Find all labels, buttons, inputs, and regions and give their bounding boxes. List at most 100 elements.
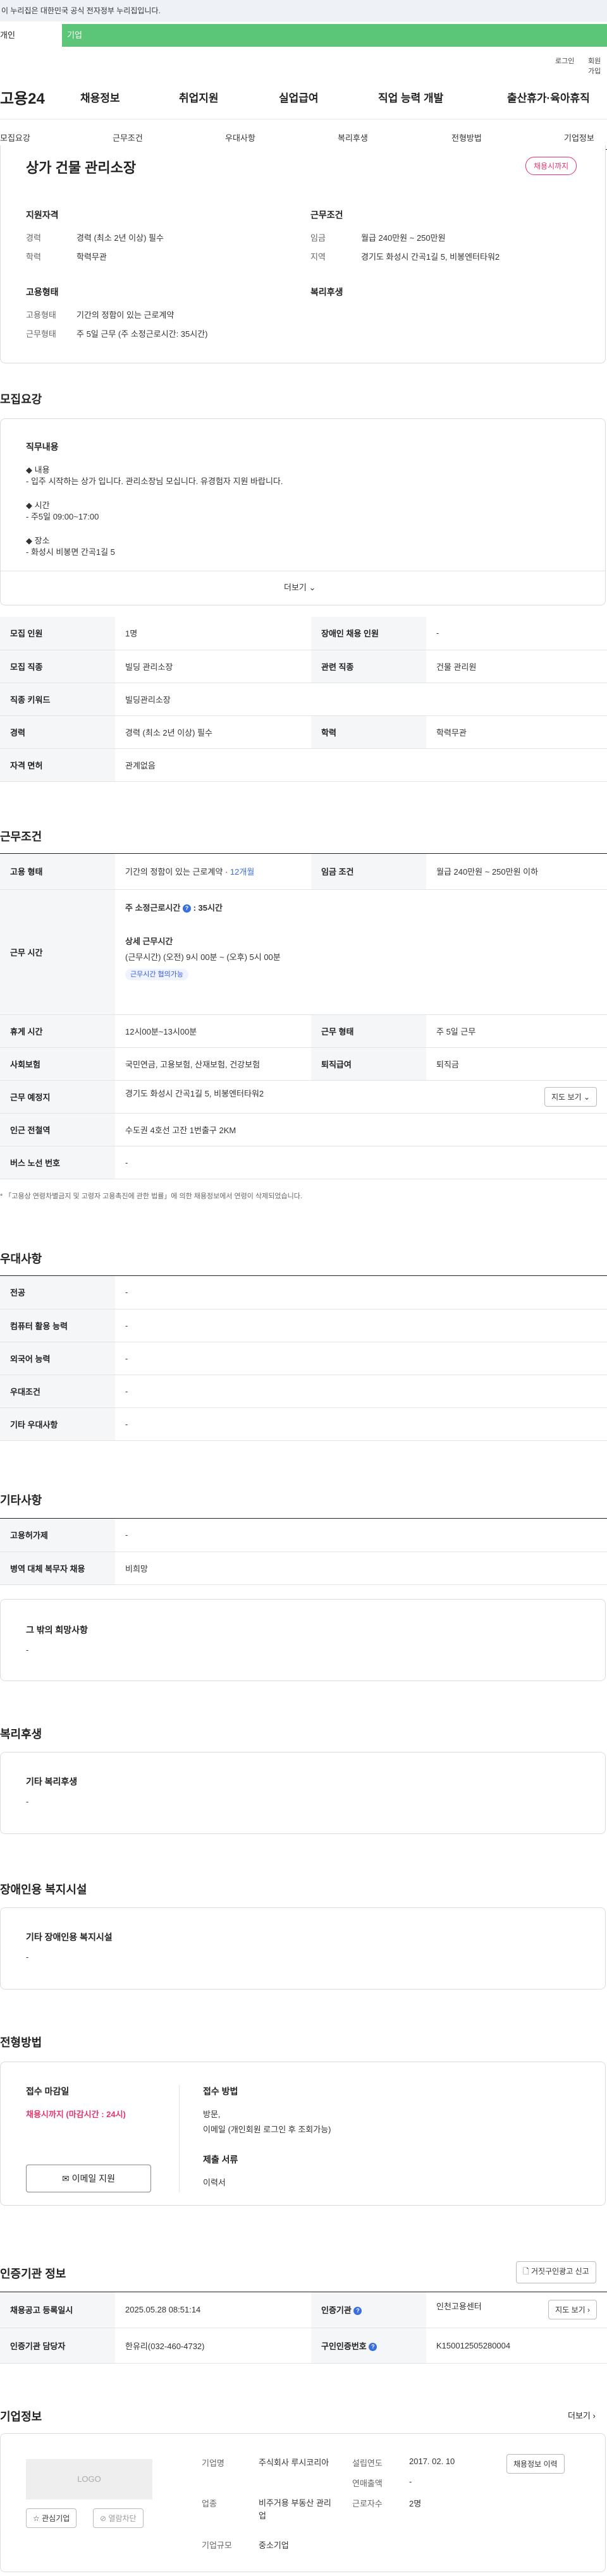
- recruit-table: 모집 인원 1명 장애인 채용 인원 - 모집 직종 빌딩 관리소장 관련 직종…: [0, 617, 607, 782]
- table-row: 전공 -: [0, 1276, 607, 1309]
- disability-card: 기타 장애인용 복지시설 -: [0, 1907, 606, 1990]
- table-row: 휴게 시간 12시00분~13시00분 근무 형태 주 5일 근무: [0, 1014, 607, 1048]
- tab-company[interactable]: 기업: [62, 24, 607, 47]
- detail-title: 상세 근무시간: [125, 936, 173, 946]
- detail-value: (근무시간) (오전) 9시 00분 ~ (오후) 5시 00분: [125, 952, 281, 962]
- subnav-work[interactable]: 근무조건: [113, 131, 143, 143]
- gov-notice-text: 이 누리집은 대한민국 공식 전자정부 누리집입니다.: [1, 6, 161, 15]
- gnb-unemployment-benefit[interactable]: 실업급여: [279, 89, 319, 105]
- duty-line: - 화성시 비봉면 간곡1길 5: [26, 547, 115, 557]
- table-header: 구인인증번호 ?: [311, 2328, 426, 2364]
- table-cell: 12시00분~13시00분: [115, 1014, 311, 1048]
- company-est-key: 설립연도: [352, 2458, 383, 2468]
- table-row: 인증기관 담당자 한유리(032-460-4732) 구인인증번호 ? K150…: [0, 2328, 607, 2364]
- table-row: 컴퓨터 활용 능력 -: [0, 1309, 607, 1342]
- table-row: 모집 직종 빌딩 관리소장 관련 직종 건물 관리원: [0, 650, 607, 683]
- email-apply-button[interactable]: ✉ 이메일 지원: [26, 2165, 151, 2192]
- company-more-link[interactable]: 더보기 ›: [568, 2409, 596, 2421]
- table-cell: 2025.05.28 08:51:14: [115, 2292, 311, 2328]
- career-key: 경력: [26, 233, 41, 243]
- welfare-title: 복리후생: [310, 287, 343, 297]
- chevron-down-icon: ⌄: [583, 1092, 590, 1102]
- gnb-vocational-training[interactable]: 직업 능력 개발: [378, 89, 443, 105]
- deadline-title: 접수 마감일: [26, 2086, 70, 2096]
- table-row: 사회보험 국민연금, 고용보험, 산재보험, 건강보험 퇴직급여 퇴직금: [0, 1047, 607, 1081]
- job-title: 상가 건물 관리소장: [26, 160, 137, 176]
- table-header: 근무 시간: [0, 889, 115, 1015]
- selection-section-title: 전형방법: [0, 2036, 42, 2049]
- company-logo-placeholder: LOGO: [26, 2459, 152, 2500]
- duty-line: ◆ 장소: [26, 536, 50, 545]
- benefit-box-value: -: [26, 1797, 29, 1806]
- gov-notice-bar: 이 누리집은 대한민국 공식 전자정부 누리집입니다.: [0, 0, 607, 21]
- table-cell: 학력무관: [426, 715, 607, 749]
- table-row: 고용 형태 기간의 정함이 있는 근로계약 · 12개월 임금 조건 월급 24…: [0, 854, 607, 890]
- subnav-selection[interactable]: 전형방법: [451, 131, 482, 143]
- gnb-jobs[interactable]: 채용정보: [80, 89, 120, 105]
- emp-months: 12개월: [230, 867, 255, 877]
- benefit-section-title: 복리후생: [0, 1728, 42, 1741]
- table-cell: -: [426, 617, 607, 650]
- wish-title: 그 밖의 희망사항: [26, 1625, 88, 1635]
- table-cell: 경력 (최소 2년 이상) 필수: [115, 715, 311, 749]
- summary-card: 상가 건물 관리소장 채용시까지 지원자격 경력 경력 (최소 2년 이상) 필…: [0, 145, 606, 363]
- table-header: 인증기관 담당자: [0, 2328, 115, 2364]
- gnb-employment-support[interactable]: 취업지원: [179, 89, 219, 105]
- table-header: 근무 형태: [311, 1014, 426, 1048]
- info-icon[interactable]: ?: [369, 2342, 377, 2351]
- auth-table: 채용공고 등록일시 2025.05.28 08:51:14 인증기관 ? 인천고…: [0, 2292, 607, 2364]
- company-more-label: 더보기: [568, 2411, 591, 2421]
- edu-value: 학력무관: [77, 252, 107, 262]
- gnb-parental-leave[interactable]: 출산휴가·육아휴직: [507, 89, 607, 105]
- worktype-key: 근무형태: [26, 329, 56, 339]
- table-header: 컴퓨터 활용 능력: [0, 1309, 115, 1342]
- favorite-company-button[interactable]: ☆ 관심기업: [26, 2508, 77, 2528]
- table-row: 외국어 능력 -: [0, 1342, 607, 1375]
- org-key: 인증기관: [321, 2306, 352, 2316]
- org-map-button[interactable]: 지도 보기 ›: [548, 2300, 597, 2320]
- hiring-history-button[interactable]: 채용정보 이력: [506, 2454, 565, 2474]
- cond-title: 근무조건: [310, 210, 343, 220]
- signup-link[interactable]: 회원가입: [588, 56, 607, 76]
- false-ad-report-button[interactable]: 🗋 거짓구인광고 신고: [516, 2261, 596, 2283]
- table-row: 고용허가제 -: [0, 1519, 607, 1552]
- company-biz-key: 업종: [202, 2499, 217, 2508]
- pref-table: 전공 - 컴퓨터 활용 능력 - 외국어 능력 - 우대조건 - 기타 우대사항 -: [0, 1276, 607, 1441]
- tab-person[interactable]: 개인: [0, 24, 62, 47]
- table-header: 인근 전철역: [0, 1113, 115, 1146]
- subnav-benefit[interactable]: 복리후생: [338, 131, 368, 143]
- mail-icon: ✉: [62, 2173, 70, 2184]
- selection-divider: [179, 2085, 180, 2192]
- subnav-company[interactable]: 기업정보: [564, 131, 594, 143]
- deadline-value: 채용시까지 (마감시간 : 24시): [26, 2110, 126, 2119]
- site-logo[interactable]: 고용24: [0, 86, 45, 108]
- table-header: 경력: [0, 715, 115, 749]
- qual-title: 지원자격: [26, 210, 59, 220]
- table-header: 자격 면허: [0, 748, 115, 782]
- duty-more-button[interactable]: 더보기 ⌄: [284, 581, 316, 593]
- disability-box-value: -: [26, 1952, 29, 1962]
- table-cell: 기간의 정함이 있는 근로계약 · 12개월: [115, 854, 311, 890]
- subnav-recruit[interactable]: 모집요강: [0, 131, 30, 143]
- map-view-button[interactable]: 지도 보기 ⌄: [544, 1086, 597, 1107]
- region-value: 경기도 화성시 간곡1길 5, 비봉엔터타워2: [361, 252, 500, 262]
- block-view-button[interactable]: ⊘ 열람차단: [93, 2508, 144, 2528]
- disability-section-title: 장애인용 복지시설: [0, 1883, 87, 1896]
- selection-card: 접수 마감일 채용시까지 (마감시간 : 24시) ✉ 이메일 지원 접수 방법…: [0, 2062, 606, 2206]
- weekly-value: : 35시간: [193, 902, 223, 913]
- career-value: 경력 (최소 2년 이상) 필수: [77, 233, 164, 243]
- table-cell: -: [115, 1342, 607, 1375]
- table-header: 휴게 시간: [0, 1014, 115, 1048]
- table-cell: 빌딩관리소장: [115, 683, 607, 716]
- other-table: 고용허가제 - 병역 대체 복무자 채용 비희망: [0, 1519, 607, 1585]
- company-staff-value: 2명: [409, 2499, 422, 2508]
- wish-card: 그 밖의 희망사항 -: [0, 1599, 606, 1681]
- method-value-2: 이메일 (개인회원 로그인 후 조회가능): [203, 2125, 331, 2134]
- work-section-title: 근무조건: [0, 830, 42, 843]
- table-cell: 인천고용센터 지도 보기 ›: [426, 2292, 607, 2328]
- info-icon[interactable]: ?: [353, 2307, 362, 2316]
- login-link[interactable]: 로그인: [555, 56, 574, 66]
- subnav-pref[interactable]: 우대사항: [225, 131, 255, 143]
- method-title: 접수 방법: [203, 2086, 238, 2096]
- info-icon[interactable]: ?: [182, 904, 191, 913]
